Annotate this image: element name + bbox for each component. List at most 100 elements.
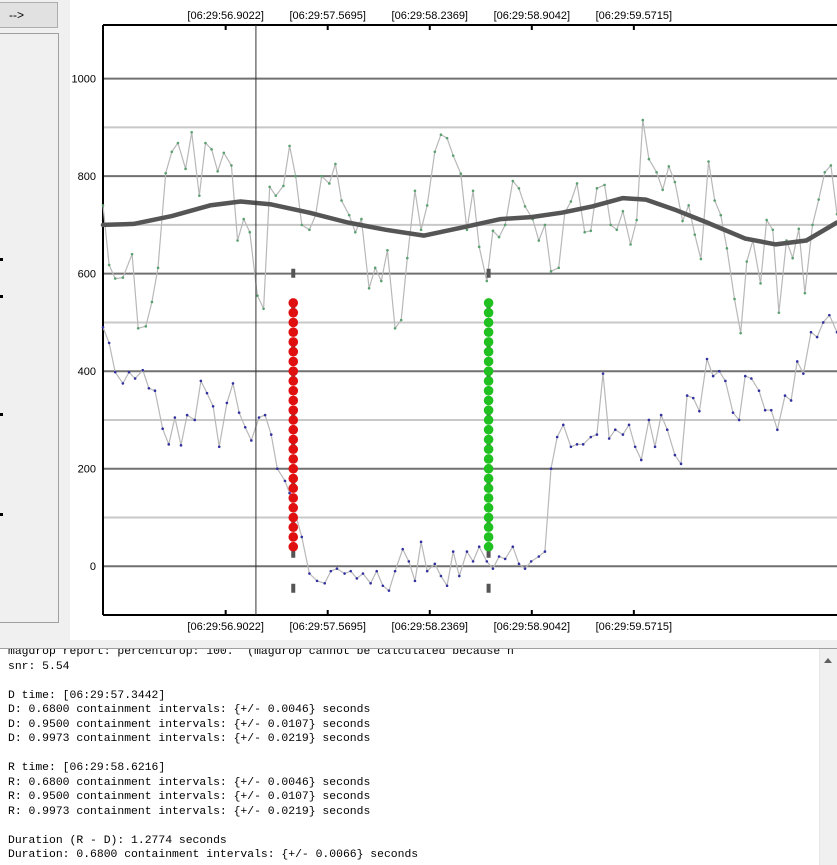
side-tick — [0, 413, 3, 416]
lower-series-point — [802, 372, 805, 375]
lower-series-point — [217, 445, 221, 449]
r-marker-dot — [483, 454, 494, 464]
log-scrollbar[interactable] — [819, 649, 837, 865]
upper-series-point — [771, 228, 775, 232]
upper-series-point — [399, 318, 403, 322]
upper-series-point — [328, 182, 331, 185]
lower-series-point — [795, 360, 799, 363]
upper-series-point — [334, 162, 337, 166]
d-marker-dot — [288, 415, 299, 425]
lower-series-point — [627, 423, 631, 427]
d-marker-dot — [288, 434, 299, 445]
r-marker-dot — [483, 434, 494, 445]
upper-series-point — [113, 277, 117, 280]
lower-series-point — [401, 547, 405, 551]
lower-series-point — [369, 582, 372, 585]
lower-series-point — [497, 555, 501, 558]
lower-series-point — [673, 453, 677, 457]
d-marker-dot — [288, 541, 299, 552]
lower-series-point — [211, 405, 215, 408]
y-tick-label: 1000 — [72, 74, 96, 86]
lower-series-point — [407, 560, 411, 563]
lower-series-point — [613, 428, 617, 432]
upper-series-point — [511, 179, 515, 183]
upper-series-point — [425, 204, 429, 207]
upper-series-point — [107, 263, 111, 267]
lower-series-point — [300, 535, 304, 539]
upper-series-point — [121, 276, 125, 279]
upper-series-point — [136, 326, 140, 330]
r-marker-dot — [483, 522, 494, 533]
lower-series-point — [329, 569, 333, 573]
upper-series-point — [543, 223, 547, 227]
upper-series-point — [647, 157, 651, 161]
log-text: magdrop report: percentdrop: 100. (magdr… — [8, 649, 514, 863]
y-tick-label: 400 — [78, 366, 96, 378]
upper-series-point — [256, 294, 259, 297]
upper-series-point — [216, 169, 219, 173]
lower-series-point — [121, 382, 125, 385]
upper-series-point — [130, 252, 134, 256]
upper-series-point — [204, 141, 207, 145]
arrow-button[interactable]: --> — [0, 2, 58, 28]
log-line: R: 0.6800 containment intervals: {+/- 0.… — [8, 776, 371, 789]
r-marker-dot — [483, 317, 494, 328]
lower-series-point — [621, 433, 625, 436]
r-marker-dot — [483, 473, 494, 484]
upper-series-point — [262, 307, 265, 311]
upper-series-point — [230, 164, 233, 167]
d-marker-dot — [288, 493, 299, 503]
lightcurve-chart[interactable]: [06:29:56.9022] [06:29:56.9022] [06:29:57.… — [70, 0, 837, 640]
upper-series-point — [745, 260, 749, 263]
r-marker-dot — [483, 298, 494, 308]
lower-series-point — [107, 341, 111, 345]
upper-series-point — [433, 150, 437, 154]
r-marker-dot — [483, 444, 494, 455]
scroll-up-arrow-icon[interactable] — [824, 658, 832, 663]
lower-series-point — [237, 411, 241, 414]
x-tick-label-top: [06:29:57.5695] — [289, 10, 365, 22]
lower-series-point — [243, 425, 247, 429]
upper-series-point — [517, 187, 521, 190]
lower-series-point — [731, 411, 735, 414]
lower-series-point — [439, 574, 443, 578]
chart-svg[interactable]: [06:29:56.9022] [06:29:56.9022] [06:29:57.… — [70, 0, 837, 640]
upper-series-point — [222, 151, 226, 155]
lower-series-point — [485, 560, 489, 563]
lower-series-point — [231, 382, 235, 385]
d-marker-dot — [288, 385, 299, 396]
d-marker-dot — [288, 532, 299, 542]
upper-series-point — [557, 266, 560, 270]
upper-series-point — [725, 247, 729, 250]
log-output-panel[interactable]: magdrop report: percentdrop: 100. (magdr… — [0, 648, 837, 865]
lower-series-point — [581, 443, 585, 446]
log-line: Duration (R - D): 1.2774 seconds — [8, 834, 227, 847]
upper-series-point — [629, 243, 632, 246]
x-tick-label-top: [06:29:58.9042] — [494, 10, 570, 22]
upper-series-point — [693, 233, 697, 236]
r-marker-dot — [483, 541, 494, 552]
lower-series-point — [141, 368, 145, 372]
upper-series-point — [367, 287, 371, 290]
upper-series-point — [176, 141, 180, 145]
lower-series-point — [647, 418, 651, 422]
d-marker-dot — [288, 454, 299, 464]
upper-series-point — [609, 223, 612, 227]
side-tick — [0, 513, 3, 516]
lower-series-point — [419, 540, 423, 544]
x-tick-label-bottom: [06:29:57.5695] — [289, 621, 365, 633]
lower-series-point — [465, 550, 469, 553]
upper-series-point — [733, 297, 736, 301]
upper-series-point — [477, 245, 481, 249]
lower-series-point — [705, 357, 709, 361]
r-marker-dot — [483, 532, 494, 542]
upper-series-point — [797, 227, 801, 231]
lower-series-point — [549, 467, 553, 471]
log-line: D: 0.9500 containment intervals: {+/- 0.… — [8, 718, 371, 731]
upper-series-point — [150, 300, 154, 304]
d-marker-dot — [288, 405, 299, 416]
upper-series-point — [699, 257, 703, 261]
upper-series-point — [144, 325, 148, 328]
upper-series-point — [288, 144, 291, 148]
lower-series-point — [355, 577, 359, 580]
